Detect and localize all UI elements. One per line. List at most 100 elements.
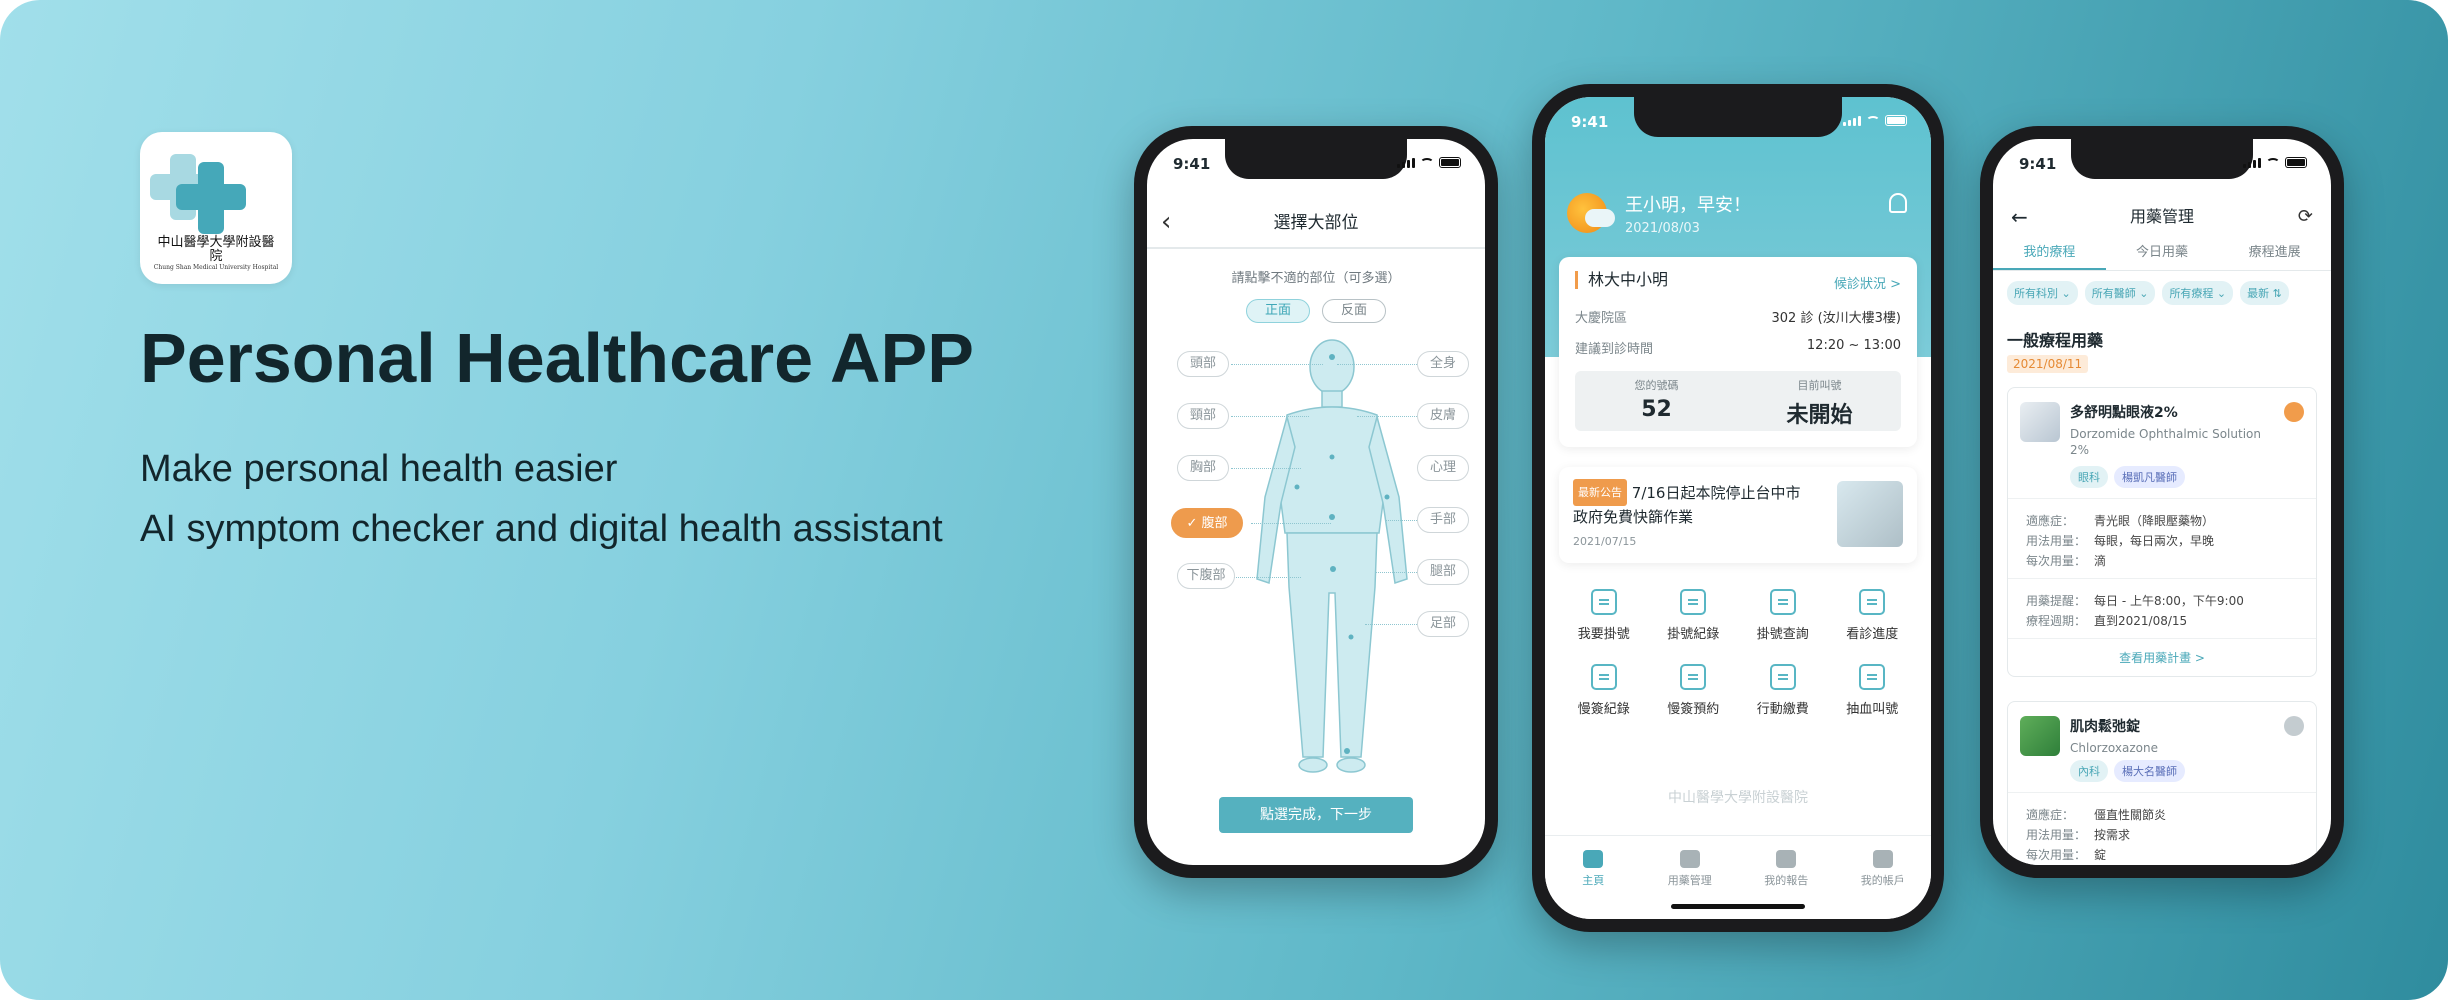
page-title: 用藥管理 [2129,207,2194,226]
wifi-icon [1866,116,1880,126]
queue-box: 您的號碼 52 目前叫號 未開始 [1575,371,1901,431]
my-number: 您的號碼 52 [1634,379,1679,422]
part-hand[interactable]: 手部 [1417,507,1469,533]
indication-row: 適應症： 青光眼（降眼壓藥物） [2026,514,2215,528]
grid-blood-draw[interactable]: 抽血叫號 [1828,664,1918,717]
screen: 9:41 ‹ 選擇大部位 請點擊不適的部位（可多選） 正面 反面 頭部 頸部 胸… [1147,139,1485,865]
filter-doctor[interactable]: 所有醫師 ⌄ [2084,281,2156,305]
news-tag: 最新公告 [1573,479,1627,506]
chart-icon [1776,850,1797,868]
check-icon: ✓ [1186,516,1202,531]
next-step-button[interactable]: 點選完成，下一步 [1219,797,1413,833]
tab-treatment-progress[interactable]: 療程進展 [2218,241,2331,270]
signal-icon [1843,116,1861,126]
wifi-icon [1420,158,1434,168]
part-lower-abdomen[interactable]: 下腹部 [1177,563,1235,589]
tablet-image [2020,716,2060,756]
screen: 9:41 王小明，早安！ 2021/08/03 林大中小明 候診狀況 > 大慶院… [1545,97,1931,919]
view-toggle: 正面 反面 [1147,299,1485,323]
reminder-on-icon[interactable] [2284,402,2304,422]
med-tags: 眼科 楊凱凡醫師 [2070,466,2185,488]
refresh-icon[interactable]: ⟳ [2298,195,2313,239]
service-grid: 我要掛號 掛號紀錄 掛號查詢 看診進度 慢簽紀錄 慢簽預約 行動繳費 抽血叫號 [1559,589,1917,717]
part-foot[interactable]: 足部 [1417,611,1469,637]
eye-drops-image [2020,402,2060,442]
signal-icon [2243,158,2261,168]
query-icon [1769,589,1796,615]
appointment-card[interactable]: 林大中小明 候診狀況 > 大慶院區 302 診 (汝川大樓3樓) 建議到診時間 … [1559,257,1917,447]
part-leg[interactable]: 腿部 [1417,559,1469,585]
medication-card[interactable]: 肌肉鬆弛錠 Chlorzoxazone 內科 楊大名醫師 適應症： 僵直性關節炎 … [2007,701,2317,865]
tab-home[interactable]: 主頁 [1545,836,1642,919]
status-icons [1397,157,1461,168]
phone-medication: 9:41 ← 用藥管理 ⟳ 我的療程 今日用藥 療程進展 所有科別 ⌄ 所有醫師… [1980,126,2344,878]
status-icons [2243,157,2307,168]
dose-row: 每次用量：錠 [2026,848,2107,862]
usage-row: 用法用量： 每眼，每日兩次，早晚 [2026,534,2215,548]
battery-icon [2285,157,2307,168]
part-abdomen-selected[interactable]: ✓ 腹部 [1171,508,1243,538]
part-chest[interactable]: 胸部 [1177,455,1229,481]
chronic-booking-icon [1680,664,1707,690]
hero-title: Personal Healthcare APP [140,319,974,397]
page-title: 選擇大部位 [1273,213,1359,233]
nav-header: ← 用藥管理 ⟳ [1993,195,2331,239]
battery-icon [1439,157,1461,168]
blood-drop-icon [1859,664,1886,690]
filter-treatment[interactable]: 所有療程 ⌄ [2162,281,2234,305]
part-neck[interactable]: 頸部 [1177,403,1229,429]
status-time: 9:41 [1173,155,1211,173]
med-tags: 內科 楊大名醫師 [2070,760,2185,782]
sort-latest[interactable]: 最新 ⇅ [2240,281,2289,305]
home-icon [1583,850,1604,868]
part-whole-body[interactable]: 全身 [1417,351,1469,377]
tab-my-treatment[interactable]: 我的療程 [1993,241,2106,270]
waiting-status-link[interactable]: 候診狀況 > [1834,273,1901,292]
tab-today-meds[interactable]: 今日用藥 [2106,241,2219,270]
med-en-name: Dorzomide Ophthalmic Solution 2% [2070,427,2261,457]
status-time: 9:41 [1571,113,1609,131]
grid-visit-progress[interactable]: 看診進度 [1828,589,1918,642]
period-row: 療程週期： 直到2021/08/15 [2026,614,2188,628]
grid-chronic-records[interactable]: 慢簽紀錄 [1559,664,1649,717]
hero-banner: 中山醫學大學附設醫院 Chung Shan Medical University… [0,0,2448,1000]
back-arrow-icon[interactable]: ← [2011,195,2028,239]
today-date: 2021/08/03 [1625,221,1700,236]
medication-tabs: 我的療程 今日用藥 療程進展 [1993,241,2331,271]
time-row: 建議到診時間 12:20 ~ 13:00 [1575,338,1901,357]
battery-icon [1885,115,1907,126]
med-en-name: Chlorzoxazone [2070,741,2158,755]
status-time: 9:41 [2019,155,2057,173]
wifi-icon [2266,158,2280,168]
nav-header: ‹ 選擇大部位 [1147,197,1485,249]
logo-caption: 中山醫學大學附設醫院 Chung Shan Medical University… [153,235,279,272]
signal-icon [1397,158,1415,168]
back-view-button[interactable]: 反面 [1322,299,1386,323]
register-icon [1590,589,1617,615]
payment-icon [1769,664,1796,690]
bell-icon[interactable] [1889,193,1907,213]
date-tag: 2021/08/11 [2007,355,2089,373]
view-plan-link[interactable]: 查看用藥計畫 > [2008,649,2316,666]
part-head[interactable]: 頭部 [1177,351,1229,377]
reminder-off-icon[interactable] [2284,716,2304,736]
dept-row: 大慶院區 302 診 (汝川大樓3樓) [1575,311,1901,326]
grid-register-query[interactable]: 掛號查詢 [1738,589,1828,642]
human-body-figure[interactable] [1237,337,1427,773]
part-mental[interactable]: 心理 [1417,455,1469,481]
greeting: 王小明，早安！ [1625,195,1751,216]
grid-register-records[interactable]: 掛號紀錄 [1649,589,1739,642]
news-card[interactable]: 最新公告 7/16日起本院停止台中市政府免費快篩作業 2021/07/15 [1559,467,1917,563]
hero-subtitle-1: Make personal health easier [140,448,618,490]
medication-icon [1679,850,1700,868]
part-skin[interactable]: 皮膚 [1417,403,1469,429]
grid-chronic-booking[interactable]: 慢簽預約 [1649,664,1739,717]
tab-account[interactable]: 我的帳戶 [1835,836,1932,919]
back-chevron-icon[interactable]: ‹ [1161,197,1171,247]
grid-mobile-payment[interactable]: 行動繳費 [1738,664,1828,717]
medication-card[interactable]: 多舒明點眼液2% Dorzomide Ophthalmic Solution 2… [2007,387,2317,677]
filter-department[interactable]: 所有科別 ⌄ [2007,281,2078,305]
grid-register[interactable]: 我要掛號 [1559,589,1649,642]
front-view-button[interactable]: 正面 [1246,299,1310,323]
indication-row: 適應症： 僵直性關節炎 [2026,808,2167,822]
